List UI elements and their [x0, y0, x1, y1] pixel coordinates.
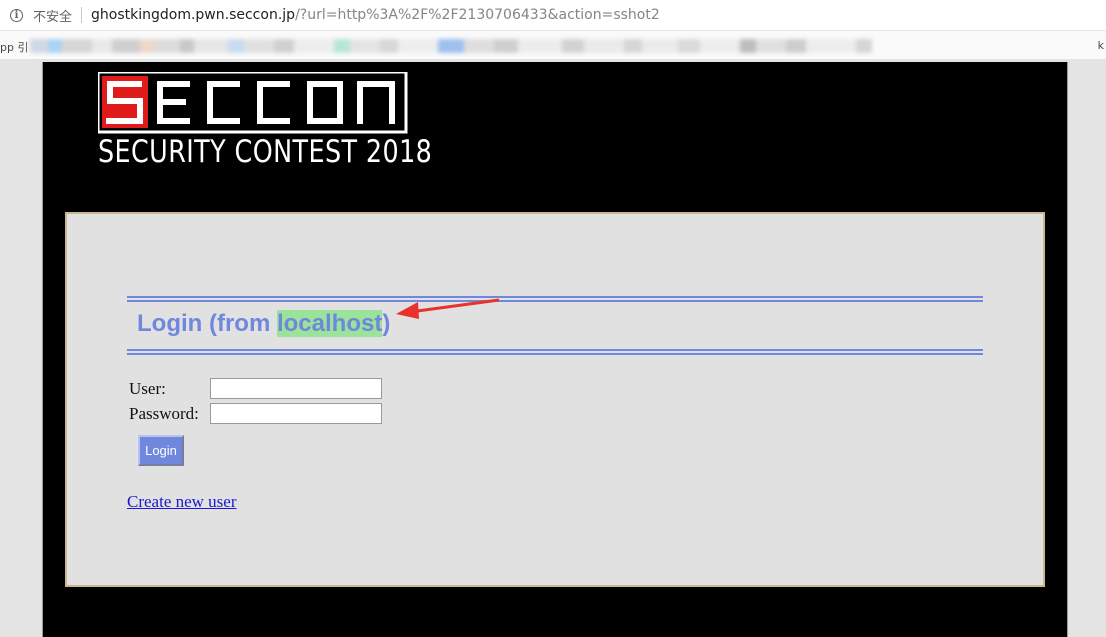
bookmarks-bar: pp 引 k	[0, 31, 1106, 59]
heading-rule-bottom-1	[127, 349, 983, 351]
security-label: 不安全	[33, 9, 73, 25]
page-frame: SECURITY CONTEST 2018 Login (from localh…	[42, 62, 1068, 637]
login-form: User: Password:	[129, 376, 382, 426]
bookmark-overflow[interactable]: k	[1098, 39, 1104, 52]
password-input[interactable]	[210, 403, 382, 424]
address-separator	[81, 7, 83, 23]
bookmark-apps[interactable]: pp 引	[0, 39, 28, 55]
seccon-logo-icon	[98, 72, 408, 134]
create-user-link[interactable]: Create new user	[127, 492, 237, 512]
url-path: /?url=http%3A%2F%2F2130706433&action=ssh…	[295, 7, 660, 23]
url-host: ghostkingdom.pwn.seccon.jp	[91, 7, 296, 23]
contest-subtitle: SECURITY CONTEST 2018	[98, 134, 433, 170]
user-input[interactable]	[210, 378, 382, 399]
heading-suffix: )	[382, 310, 391, 337]
heading-highlight: localhost	[276, 310, 383, 337]
heading-prefix: Login (from	[137, 310, 277, 337]
info-icon[interactable]: i	[10, 8, 23, 22]
address-bar[interactable]: i 不安全 ghostkingdom.pwn.seccon.jp/?url=ht…	[0, 0, 1106, 31]
heading-rule-top-1	[127, 296, 983, 298]
login-heading: Login (from localhost)	[137, 310, 390, 338]
url-text[interactable]: ghostkingdom.pwn.seccon.jp/?url=http%3A%…	[91, 7, 660, 23]
login-button[interactable]: Login	[138, 435, 184, 466]
heading-rule-top-2	[127, 300, 983, 302]
heading-rule-bottom-2	[127, 353, 983, 355]
user-label: User:	[129, 378, 166, 398]
bookmarks-blurred	[30, 37, 1098, 55]
login-panel: Login (from localhost) User: Password: L…	[65, 212, 1045, 587]
password-label: Password:	[129, 403, 199, 423]
